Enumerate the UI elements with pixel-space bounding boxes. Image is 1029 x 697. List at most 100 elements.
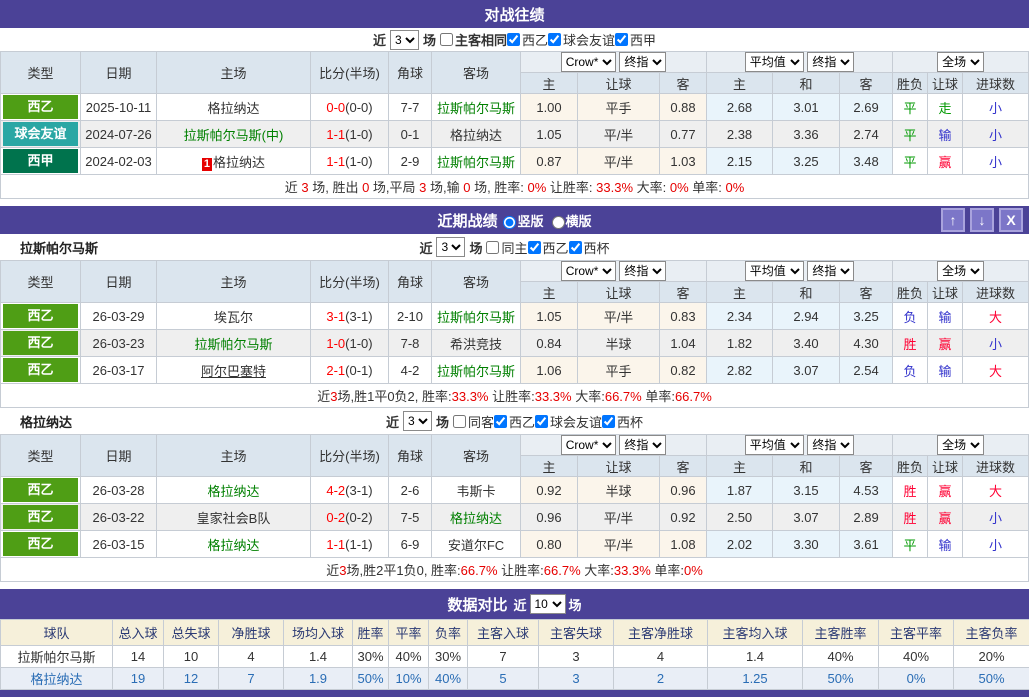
result-winlose: 负 (893, 357, 928, 384)
checkbox-input[interactable] (486, 241, 499, 254)
checkbox-input[interactable] (440, 33, 453, 46)
avg-final-select[interactable]: 终指 (807, 52, 854, 72)
home-team-link[interactable]: 格拉纳达 (207, 538, 259, 553)
teamA-name: 拉斯帕尔马斯 (20, 238, 98, 257)
odds-final-select[interactable]: 终指 (619, 435, 666, 455)
checkbox-球会友谊[interactable]: 球会友谊 (535, 412, 602, 431)
checkbox-同客[interactable]: 同客 (453, 412, 494, 431)
home-team-link[interactable]: 格拉纳达 (207, 101, 259, 116)
odds-company-select[interactable]: Crow* (561, 261, 616, 281)
odds-home: 0.84 (521, 330, 578, 357)
away-team-link[interactable]: 拉斯帕尔马斯 (437, 364, 515, 379)
fulltime-select[interactable]: 全场 (937, 52, 984, 72)
near-label: 近 (386, 412, 399, 431)
odds-handicap: 平手 (578, 357, 660, 384)
league-type-badge: 西乙 (3, 331, 78, 355)
layout-vertical-radio[interactable]: 竖版 (503, 211, 543, 230)
col-header-odds-home: 主 (521, 456, 578, 477)
checkbox-西甲[interactable]: 西甲 (615, 30, 656, 49)
teamB-count-select[interactable]: 3 (403, 411, 432, 431)
league-type-badge: 西乙 (3, 505, 78, 529)
stat-value: 40% (389, 646, 429, 668)
move-down-button[interactable]: ↓ (970, 208, 994, 232)
home-team-cell: 拉斯帕尔马斯(中) (157, 121, 311, 148)
summary-value: 3 (301, 180, 308, 195)
layout-horizontal-radio[interactable]: 横版 (552, 211, 592, 230)
col-header-goals: 进球数 (963, 456, 1029, 477)
checkbox-label: 球会友谊 (550, 412, 602, 431)
close-button[interactable]: X (999, 208, 1023, 232)
checkbox-西杯[interactable]: 西杯 (602, 412, 643, 431)
result-text: 输 (939, 310, 952, 325)
odds-away: 0.92 (660, 504, 707, 531)
away-team-link[interactable]: 拉斯帕尔马斯 (437, 310, 515, 325)
col-header-odds-handicap: 让球 (578, 456, 660, 477)
stat-value: 10% (389, 668, 429, 690)
arrow-down-icon: ↓ (979, 212, 986, 228)
checkbox-input[interactable] (494, 415, 507, 428)
fulltime-select[interactable]: 全场 (937, 261, 984, 281)
home-team-link[interactable]: 拉斯帕尔马斯(中) (184, 128, 284, 143)
fulltime-score: 0-0 (326, 100, 345, 115)
away-team-link[interactable]: 拉斯帕尔马斯 (437, 101, 515, 116)
odds-company-select[interactable]: Crow* (561, 52, 616, 72)
away-team-link[interactable]: 希洪竞技 (450, 337, 502, 352)
col-header-avg-draw: 和 (773, 456, 840, 477)
teamA-count-select[interactable]: 3 (436, 237, 465, 257)
odds-final-select[interactable]: 终指 (619, 52, 666, 72)
fulltime-select[interactable]: 全场 (937, 435, 984, 455)
avg-final-select[interactable]: 终指 (807, 435, 854, 455)
checkbox-input[interactable] (615, 33, 628, 46)
away-team-link[interactable]: 安道尔FC (448, 538, 504, 553)
result-text: 胜 (904, 511, 917, 526)
result-winlose: 平 (893, 531, 928, 558)
away-team-link[interactable]: 韦斯卡 (456, 484, 495, 499)
away-team-link[interactable]: 格拉纳达 (450, 511, 502, 526)
checkbox-西乙[interactable]: 西乙 (494, 412, 535, 431)
checkbox-西乙[interactable]: 西乙 (528, 238, 569, 257)
teamB-header: 格拉纳达 近 3 场 同客西乙球会友谊西杯 (0, 408, 1029, 434)
odds-final-select[interactable]: 终指 (619, 261, 666, 281)
checkbox-input[interactable] (528, 241, 541, 254)
checkbox-input[interactable] (453, 415, 466, 428)
avg-final-select[interactable]: 终指 (807, 261, 854, 281)
checkbox-同主[interactable]: 同主 (486, 238, 527, 257)
checkbox-input[interactable] (548, 33, 561, 46)
result-handicap: 输 (928, 357, 963, 384)
checkbox-input[interactable] (507, 33, 520, 46)
home-team-link[interactable]: 埃瓦尔 (214, 310, 253, 325)
cmp-header-ha-avg-goals: 主客均入球 (708, 620, 803, 646)
odds-company-select[interactable]: Crow* (561, 435, 616, 455)
checkbox-球会友谊[interactable]: 球会友谊 (548, 30, 615, 49)
home-team-link[interactable]: 皇家社会B队 (197, 511, 271, 526)
col-header-odds-home: 主 (521, 73, 578, 94)
checkbox-西杯[interactable]: 西杯 (569, 238, 610, 257)
home-team-link[interactable]: 拉斯帕尔马斯 (194, 337, 272, 352)
team-name-link[interactable]: 格拉纳达 (1, 668, 113, 690)
comparison-count-select[interactable]: 10 (530, 594, 566, 614)
odds-handicap: 平/半 (578, 303, 660, 330)
summary-text: 单率: (651, 563, 684, 578)
checkbox-input[interactable] (535, 415, 548, 428)
away-team-link[interactable]: 拉斯帕尔马斯 (437, 155, 515, 170)
summary-text: 场, 胜出 (309, 180, 362, 195)
avg-odds-select[interactable]: 平均值 (745, 52, 804, 72)
checkbox-input[interactable] (569, 241, 582, 254)
h2h-count-select[interactable]: 3 (390, 30, 419, 50)
team-name-link[interactable]: 拉斯帕尔马斯 (1, 646, 113, 668)
move-up-button[interactable]: ↑ (941, 208, 965, 232)
home-team-link[interactable]: 阿尔巴塞特 (201, 364, 266, 379)
col-header-home: 主场 (157, 261, 311, 303)
checkbox-input[interactable] (602, 415, 615, 428)
home-team-link[interactable]: 格拉纳达 (207, 484, 259, 499)
avg-odds-select[interactable]: 平均值 (745, 435, 804, 455)
avg-odds-select[interactable]: 平均值 (745, 261, 804, 281)
result-text: 胜 (904, 484, 917, 499)
away-team-link[interactable]: 格拉纳达 (450, 128, 502, 143)
col-header-type: 类型 (1, 52, 81, 94)
result-winlose: 胜 (893, 330, 928, 357)
odds-company-header: Crow* 终指 (521, 52, 707, 73)
home-team-link[interactable]: 格拉纳达 (213, 155, 265, 170)
checkbox-西乙[interactable]: 西乙 (507, 30, 548, 49)
checkbox-主客相同[interactable]: 主客相同 (440, 30, 507, 49)
